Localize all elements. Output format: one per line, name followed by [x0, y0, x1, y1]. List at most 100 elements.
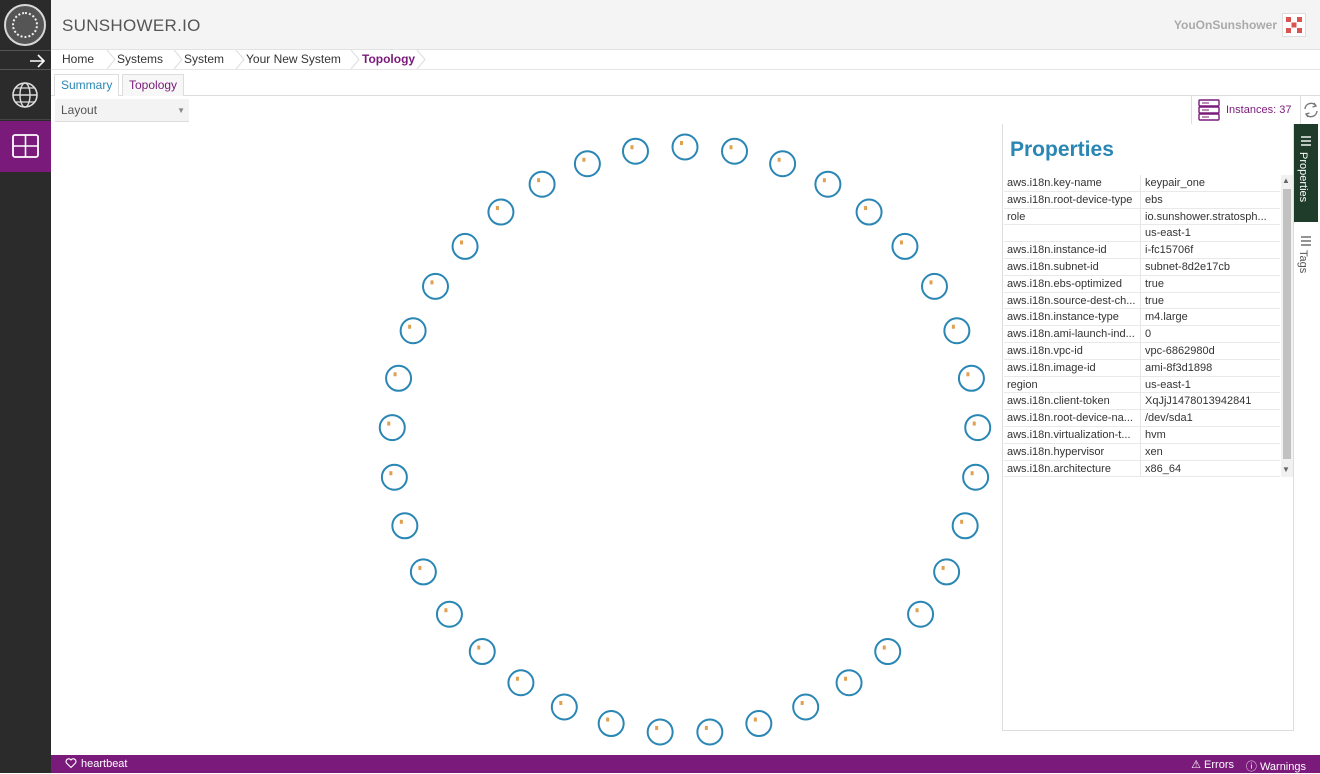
property-row[interactable]: role io.sunshower.stratosph... [1004, 208, 1280, 226]
property-row[interactable]: aws.i18n.architecture x86_64 [1004, 460, 1280, 478]
topology-node[interactable] [409, 558, 437, 586]
heartbeat-label[interactable]: heartbeat [81, 758, 127, 770]
topology-node[interactable] [962, 463, 990, 491]
crumb-your-new-system[interactable]: Your New System [235, 50, 341, 69]
side-tab-tags[interactable]: Tags [1294, 226, 1318, 286]
topology-node[interactable] [951, 512, 979, 540]
side-tab-properties[interactable]: Properties [1294, 124, 1318, 222]
properties-title: Properties [1010, 138, 1114, 161]
topology-node[interactable] [696, 718, 724, 746]
instance-icon [537, 178, 541, 183]
property-row[interactable]: aws.i18n.root-device-na... /dev/sda1 [1004, 410, 1280, 427]
topology-node[interactable] [792, 693, 820, 721]
topology-node[interactable] [920, 272, 948, 300]
instance-icon [389, 471, 393, 476]
topology-node[interactable] [769, 150, 797, 178]
properties-scrollbar[interactable]: ▲ ▼ [1281, 175, 1293, 477]
property-row[interactable]: aws.i18n.source-dest-ch... true [1004, 292, 1280, 310]
topology-node[interactable] [550, 693, 578, 721]
scrollbar-thumb[interactable] [1283, 189, 1291, 459]
logo[interactable] [4, 4, 46, 46]
nav-globe-button[interactable] [0, 72, 51, 120]
topology-node[interactable] [399, 317, 427, 345]
topology-node[interactable] [621, 137, 649, 165]
expand-nav-button[interactable] [0, 50, 51, 70]
property-row[interactable]: aws.i18n.instance-type m4.large [1004, 309, 1280, 327]
scroll-down-icon[interactable]: ▼ [1282, 465, 1290, 474]
instance-icon [515, 676, 519, 681]
topology-node[interactable] [933, 558, 961, 586]
topology-node[interactable] [378, 414, 406, 442]
instances-count: Instances: 37 [1226, 104, 1292, 116]
warning-triangle-icon: ⚠ [1191, 759, 1201, 771]
server-icon [1198, 99, 1220, 121]
property-row[interactable]: aws.i18n.ami-launch-ind... 0 [1004, 326, 1280, 343]
chevron-right-icon [416, 50, 426, 69]
errors-button[interactable]: ⚠ Errors [1191, 758, 1234, 771]
topology-node[interactable] [435, 600, 463, 628]
topology-node[interactable] [380, 463, 408, 491]
crumb-home[interactable]: Home [51, 50, 94, 69]
property-row[interactable]: aws.i18n.virtualization-t... hvm [1004, 426, 1280, 444]
topology-node[interactable] [646, 718, 674, 746]
avatar[interactable] [1282, 13, 1306, 37]
property-row[interactable]: us-east-1 [1004, 225, 1280, 243]
crumb-system[interactable]: System [173, 50, 224, 69]
topology-node[interactable] [964, 414, 992, 442]
property-row[interactable]: aws.i18n.hypervisor xen [1004, 443, 1280, 461]
refresh-button[interactable] [1302, 96, 1320, 124]
topology-node[interactable] [507, 669, 535, 697]
topology-node[interactable] [597, 710, 625, 738]
instance-icon [387, 421, 391, 426]
property-key: aws.i18n.instance-type [1004, 309, 1141, 326]
layout-select-value: Layout [61, 103, 98, 117]
topology-node[interactable] [745, 710, 773, 738]
topology-node[interactable] [957, 364, 985, 392]
instance-icon [655, 725, 659, 730]
property-row[interactable]: aws.i18n.root-device-type ebs [1004, 191, 1280, 209]
topology-node[interactable] [385, 364, 413, 392]
layout-select[interactable]: Layout ▼ [55, 99, 189, 122]
topology-node[interactable] [391, 512, 419, 540]
property-row[interactable]: aws.i18n.client-token XqJjJ1478013942841 [1004, 393, 1280, 411]
topology-node[interactable] [907, 600, 935, 628]
topology-node[interactable] [451, 232, 479, 260]
nav-systems-button[interactable] [0, 121, 51, 172]
property-key: aws.i18n.hypervisor [1004, 443, 1141, 460]
property-row[interactable]: aws.i18n.key-name keypair_one [1004, 175, 1280, 192]
tab-topology[interactable]: Topology [122, 74, 185, 96]
topology-node[interactable] [422, 272, 450, 300]
warnings-button[interactable]: ⓘ Warnings [1246, 758, 1306, 774]
property-row[interactable]: aws.i18n.instance-id i-fc15706f [1004, 242, 1280, 259]
property-row[interactable]: aws.i18n.ebs-optimized true [1004, 275, 1280, 293]
crumb-topology[interactable]: Topology [351, 50, 415, 69]
topology-node[interactable] [468, 638, 496, 666]
property-row[interactable]: region us-east-1 [1004, 376, 1280, 394]
topology-node[interactable] [835, 669, 863, 697]
topology-node[interactable] [487, 198, 515, 226]
topology-node[interactable] [814, 170, 842, 198]
property-key: aws.i18n.virtualization-t... [1004, 426, 1141, 443]
topology-node[interactable] [721, 137, 749, 165]
topology-node[interactable] [573, 150, 601, 178]
property-row[interactable]: aws.i18n.subnet-id subnet-8d2e17cb [1004, 258, 1280, 276]
topology-node[interactable] [874, 638, 902, 666]
topology-node[interactable] [943, 317, 971, 345]
tab-summary[interactable]: Summary [54, 74, 120, 96]
instance-icon [477, 645, 481, 650]
property-value: ebs [1145, 193, 1163, 206]
crumb-systems[interactable]: Systems [106, 50, 163, 69]
user-name[interactable]: YouOnSunshower [1174, 18, 1277, 32]
scroll-up-icon[interactable]: ▲ [1282, 176, 1290, 185]
topology-node[interactable] [671, 133, 699, 161]
instance-icon [729, 145, 733, 150]
property-row[interactable]: aws.i18n.image-id ami-8f3d1898 [1004, 359, 1280, 377]
topology-canvas[interactable] [51, 124, 1001, 754]
brand-title[interactable]: SUNSHOWER.IO [62, 16, 201, 36]
property-row[interactable]: aws.i18n.vpc-id vpc-6862980d [1004, 342, 1280, 360]
instances-indicator[interactable]: Instances: 37 [1191, 96, 1301, 124]
topology-node[interactable] [528, 170, 556, 198]
topology-graph[interactable] [51, 124, 1001, 754]
topology-node[interactable] [891, 232, 919, 260]
topology-node[interactable] [855, 198, 883, 226]
